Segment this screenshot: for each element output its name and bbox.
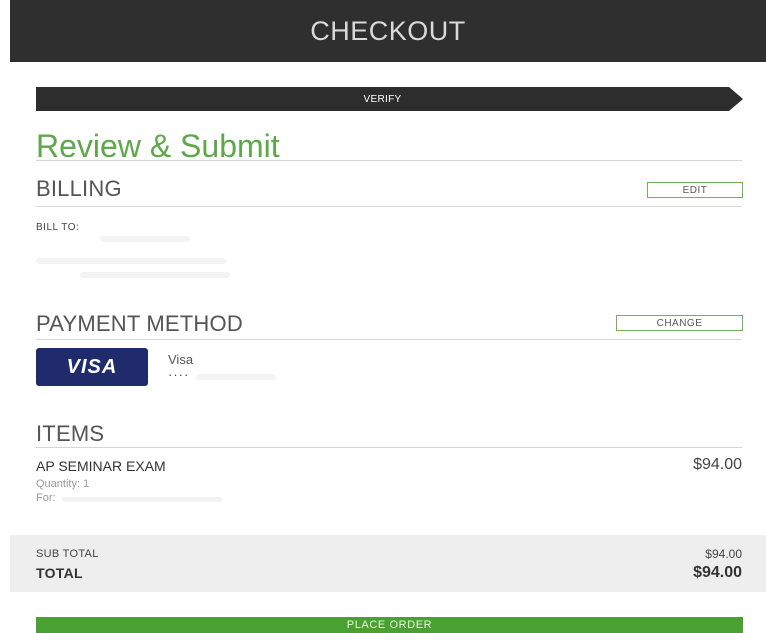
item-price: $94.00 [693, 456, 742, 473]
redacted-address-line [100, 236, 190, 242]
redacted-address-line [80, 272, 230, 278]
payment-method-section-title: PAYMENT METHOD [36, 311, 243, 336]
step-arrow-icon [729, 87, 743, 111]
visa-card-logo: VISA [36, 348, 148, 386]
divider [36, 160, 742, 161]
header-title: CHECKOUT [310, 15, 466, 46]
current-step-label: VERIFY [363, 93, 402, 105]
item-for-label: For: [36, 492, 56, 504]
item-name: AP SEMINAR EXAM [36, 458, 166, 474]
subtotal-label: SUB TOTAL [36, 548, 99, 560]
redacted-address-line [36, 258, 226, 264]
billing-section-title: BILLING [36, 176, 122, 201]
divider [36, 339, 742, 340]
redacted-item-recipient [62, 497, 222, 502]
items-section-title: ITEMS [36, 421, 105, 446]
card-number-masked: ···· [168, 367, 190, 382]
redacted-card-digits [196, 374, 276, 380]
total-value: $94.00 [693, 564, 742, 581]
item-quantity: Quantity: 1 [36, 478, 90, 490]
place-order-button[interactable]: PLACE ORDER [36, 617, 743, 633]
step-progress-bar: VERIFY [36, 87, 729, 111]
visa-logo-text: VISA [66, 355, 118, 378]
divider [36, 447, 742, 448]
bill-to-label: BILL TO: [36, 222, 80, 233]
change-payment-button[interactable]: CHANGE [616, 315, 743, 331]
checkout-header: CHECKOUT [10, 0, 766, 62]
totals-panel [10, 535, 766, 592]
card-brand-name: Visa [168, 352, 194, 367]
subtotal-value: $94.00 [705, 547, 742, 561]
divider [36, 206, 742, 207]
total-label: TOTAL [36, 565, 83, 581]
edit-billing-button[interactable]: EDIT [647, 182, 743, 198]
